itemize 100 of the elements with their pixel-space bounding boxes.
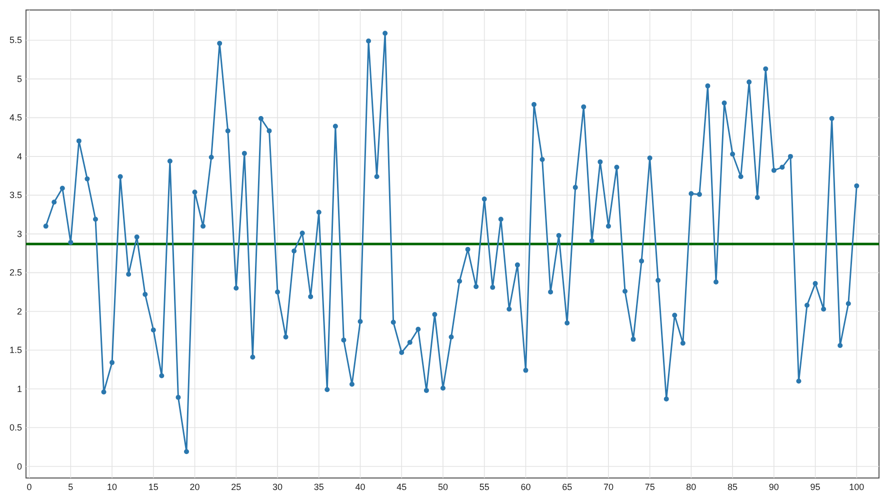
data-point [84,176,90,182]
x-tick-label: 15 [148,482,158,492]
data-point [448,334,454,340]
data-point [598,159,603,164]
x-tick-label: 10 [107,482,118,492]
data-point [572,184,578,190]
y-tick-label: 1.5 [9,345,22,356]
data-point [150,328,156,332]
data-point [300,230,305,236]
data-point [341,338,346,343]
data-point [217,40,222,46]
x-tick-label: 35 [314,482,324,492]
data-point [184,449,189,454]
x-tick-label: 70 [603,482,614,492]
data-point [200,224,206,229]
y-tick-label: 3.5 [9,190,22,200]
data-point [234,286,239,291]
x-tick-label: 50 [438,482,448,492]
data-point [275,290,280,295]
data-point [142,292,148,297]
data-point [829,116,834,121]
data-point [358,318,363,324]
data-point [656,278,661,283]
data-point [382,30,388,36]
data-point [93,216,98,222]
data-point [532,102,536,108]
data-point [763,66,768,72]
data-point [258,116,264,121]
data-point [664,396,669,402]
x-tick-label: 30 [272,482,283,492]
x-tick-label: 0 [26,482,32,492]
data-point [614,164,620,170]
data-point [440,386,446,391]
y-tick-label: 0.5 [9,422,22,433]
data-point [482,196,487,202]
data-point [506,306,512,312]
data-point [349,382,354,387]
data-point [696,192,702,197]
data-point [548,290,554,295]
data-point [242,150,247,156]
data-point [498,216,504,222]
data-point [854,183,860,188]
data-point [788,154,793,159]
data-point [374,174,380,180]
x-tick-label: 100 [849,482,864,492]
data-point [589,238,594,244]
data-point [639,258,644,264]
data-point [771,168,776,173]
x-tick-label: 45 [396,482,407,492]
y-tick-label: 4.5 [9,112,22,123]
x-tick-label: 55 [479,482,490,492]
x-tick-label: 25 [231,482,242,492]
data-point [292,248,297,254]
y-tick-label: 1 [16,384,22,394]
data-point [606,224,611,229]
data-point [688,191,694,196]
data-point [457,278,462,284]
y-tick-label: 4 [16,151,22,162]
x-tick-label: 95 [810,482,820,492]
y-tick-label: 5 [16,74,22,84]
data-point [366,38,372,44]
data-point [316,210,322,215]
x-tick-label: 80 [686,482,696,492]
x-tick-label: 60 [520,482,531,492]
x-tick-label: 75 [644,482,655,492]
data-point [101,390,106,394]
data-point [738,174,744,180]
data-point [167,158,172,164]
data-point [192,190,198,195]
data-point [754,195,760,200]
data-point [564,320,570,326]
data-point [126,272,132,277]
data-point [474,284,479,290]
data-point [225,128,230,134]
data-point [622,288,628,294]
data-point [390,320,396,325]
x-tick-label: 90 [768,482,779,492]
y-tick-label: 5.5 [9,35,22,46]
data-point [266,128,272,134]
y-tick-label: 2.5 [9,268,22,278]
data-point [746,80,752,85]
data-point [540,157,545,162]
data-point [332,124,338,129]
data-point [490,284,496,290]
data-point [250,354,256,360]
data-point [424,388,429,393]
data-point [399,350,404,355]
data-point [52,200,57,205]
data-point [76,138,82,144]
data-point [780,164,785,170]
x-tick-label: 20 [190,482,200,492]
data-point [804,302,810,308]
data-point [283,334,288,340]
y-tick-label: 3 [16,228,22,239]
data-point [672,312,678,318]
x-tick-label: 5 [68,482,74,492]
data-point [308,294,314,300]
x-tick-label: 85 [728,482,738,492]
y-tick-label: 2 [16,306,22,316]
data-point [846,301,851,306]
